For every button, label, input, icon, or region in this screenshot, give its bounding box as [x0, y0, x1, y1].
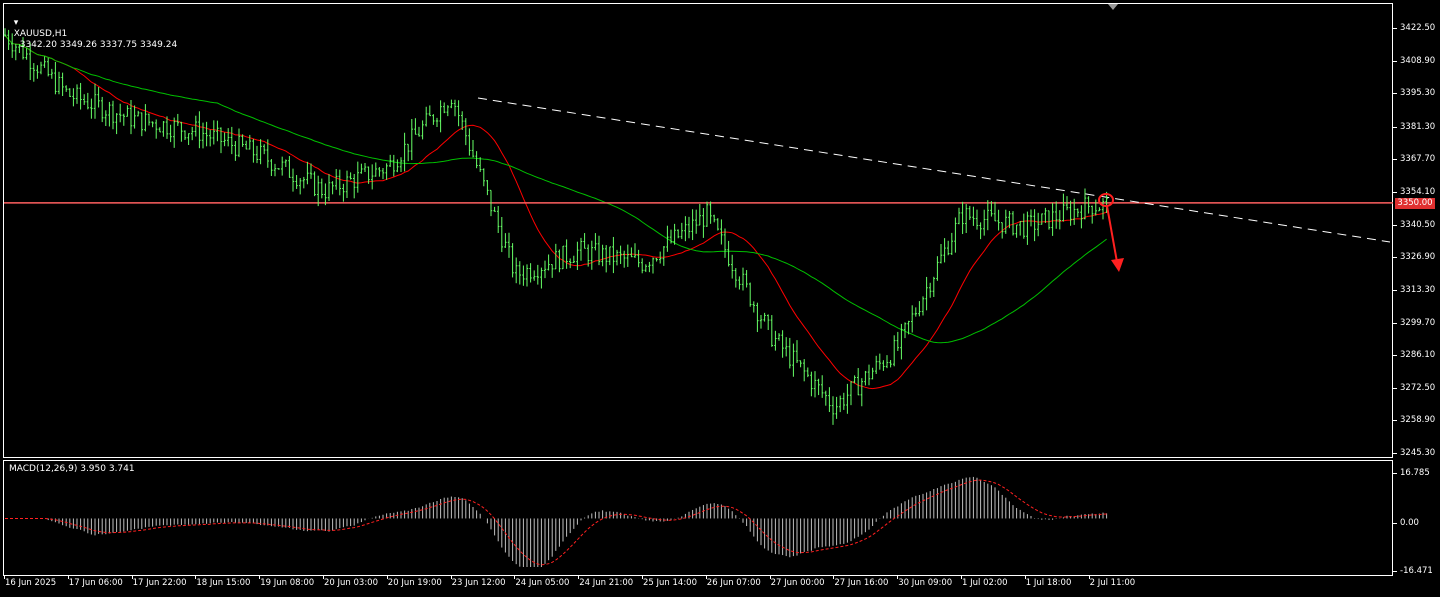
- price-tick: 3395.30: [1392, 88, 1436, 99]
- ohlc-values: 3342.20 3349.26 3337.75 3349.24: [19, 40, 178, 50]
- time-tick: 20 Jun 03:00: [323, 575, 378, 588]
- time-axis: 16 Jun 2025 17 Jun 06:00 17 Jun 22:00 18 Ju…: [0, 575, 1393, 597]
- time-tick: 1 Jul 18:00: [1024, 575, 1072, 588]
- time-tick: 16 Jun 2025: [3, 575, 57, 588]
- price-tick: 3258.90: [1392, 415, 1436, 426]
- time-tick: 18 Jun 15:00: [195, 575, 251, 588]
- annotation-circle: [1098, 193, 1114, 207]
- macd-tick: -16.471: [1393, 566, 1433, 576]
- annotation-arrow-head: [1111, 258, 1124, 272]
- chart-canvas[interactable]: [0, 0, 1440, 597]
- time-tick: 24 Jun 05:00: [514, 575, 570, 588]
- price-tick: 3422.50: [1392, 23, 1436, 33]
- macd-tick: 0.00: [1393, 518, 1419, 528]
- time-tick: 27 Jun 16:00: [833, 575, 889, 588]
- macd-axis: 16.785 0.00 -16.471: [1393, 460, 1440, 576]
- price-tick: 3245.30: [1392, 448, 1436, 458]
- symbol-label: XAUUSD,H1: [13, 29, 68, 39]
- price-tick: 3286.10: [1392, 350, 1436, 361]
- price-tick: 3313.30: [1392, 284, 1436, 295]
- price-axis: 3422.50 3408.90 3395.30 3381.30 3367.70 3354.…: [1392, 0, 1440, 460]
- horizontal-level-label: 3350.00: [1395, 198, 1435, 209]
- macd-tick: 16.785: [1393, 468, 1430, 478]
- time-tick: 24 Jun 21:00: [578, 575, 634, 588]
- time-tick: 19 Jun 08:00: [259, 575, 315, 588]
- time-tick: 20 Jun 19:00: [386, 575, 442, 588]
- time-tick: 1 Jul 02:00: [961, 575, 1008, 588]
- scroll-marker-icon[interactable]: [1108, 4, 1118, 10]
- time-tick: 23 Jun 12:00: [450, 575, 506, 588]
- price-tick: 3326.90: [1392, 252, 1436, 263]
- price-tick: 3408.90: [1392, 55, 1436, 66]
- price-tick: 3367.70: [1392, 154, 1436, 165]
- time-tick: 27 Jun 00:00: [769, 575, 825, 588]
- trendline: [477, 97, 1391, 243]
- price-tick: 3299.70: [1392, 317, 1436, 328]
- dropdown-arrow-icon[interactable]: ▾: [14, 18, 19, 28]
- chart-header: ▾ XAUUSD,H1 3342.20 3349.26 3337.75 3349…: [8, 7, 177, 51]
- time-tick: 17 Jun 22:00: [131, 575, 187, 588]
- time-tick: 30 Jun 09:00: [897, 575, 953, 588]
- time-tick: 25 Jun 14:00: [642, 575, 697, 588]
- price-tick: 3272.50: [1392, 382, 1436, 393]
- moving-average-slow: [4, 34, 1107, 344]
- time-tick: 26 Jun 07:00: [705, 575, 761, 588]
- price-tick: 3354.10: [1392, 187, 1436, 198]
- moving-average-fast: [4, 34, 1107, 390]
- macd-header: MACD(12,26,9) 3.950 3.741: [9, 464, 135, 474]
- time-tick: 17 Jun 06:00: [67, 575, 123, 588]
- price-tick: 3340.50: [1392, 219, 1436, 230]
- annotation-arrow: [1106, 205, 1118, 263]
- time-tick: 2 Jul 11:00: [1088, 575, 1136, 588]
- price-tick: 3381.30: [1392, 121, 1436, 132]
